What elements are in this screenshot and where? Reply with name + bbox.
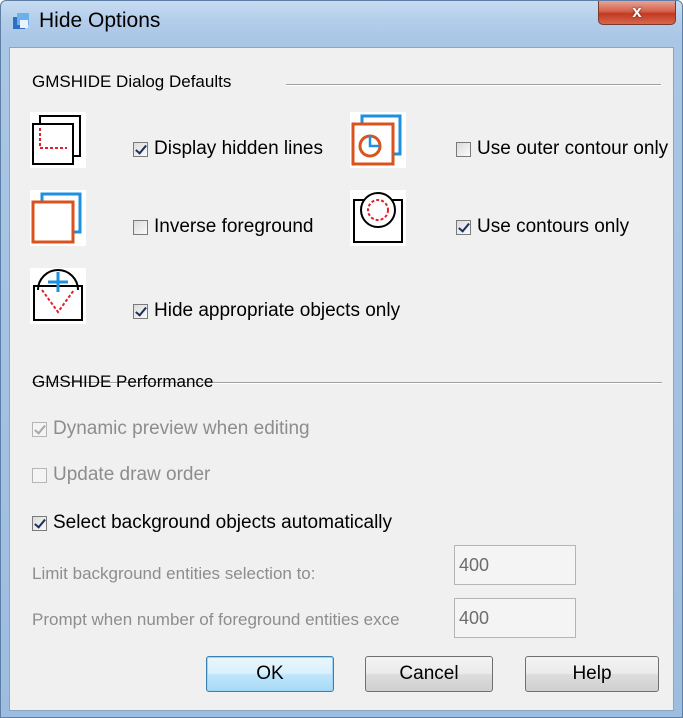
ok-button[interactable]: OK <box>206 656 334 692</box>
option-label: Inverse foreground <box>154 216 314 237</box>
option-update-draw-order[interactable]: Update draw order <box>32 464 210 486</box>
option-inverse-foreground[interactable]: Inverse foreground <box>133 216 314 238</box>
window-title: Hide Options <box>39 9 161 32</box>
contours-only-icon <box>350 190 406 246</box>
app-icon <box>13 13 29 29</box>
limit-background-input[interactable] <box>454 545 576 585</box>
prompt-foreground-label: Prompt when number of foreground entitie… <box>32 610 400 629</box>
prompt-foreground-input[interactable] <box>454 598 576 638</box>
option-label: Hide appropriate objects only <box>154 300 401 321</box>
dialog-client-area: GMSHIDE Dialog Defaults Display hidden l… <box>9 47 674 711</box>
option-label: Use contours only <box>477 216 630 237</box>
defaults-group-label: GMSHIDE Dialog Defaults <box>32 72 238 92</box>
option-label: Select background objects automatically <box>53 512 393 533</box>
outer-contour-icon <box>350 112 406 168</box>
performance-group-label: GMSHIDE Performance <box>32 372 214 391</box>
option-use-contours-only[interactable]: Use contours only <box>456 216 629 238</box>
option-label: Use outer contour only <box>477 138 669 159</box>
checkbox[interactable] <box>32 421 47 437</box>
option-dynamic-preview[interactable]: Dynamic preview when editing <box>32 418 310 440</box>
option-label: Update draw order <box>53 464 211 485</box>
option-hide-appropriate-objects-only[interactable]: Hide appropriate objects only <box>133 300 400 322</box>
close-button[interactable]: x <box>598 1 676 25</box>
limit-background-label: Limit background entities selection to: <box>32 564 316 583</box>
dialog-window: Hide Options x GMSHIDE Dialog Defaults D… <box>0 0 683 718</box>
option-use-outer-contour-only[interactable]: Use outer contour only <box>456 138 668 160</box>
option-label: Display hidden lines <box>154 138 323 159</box>
option-label: Dynamic preview when editing <box>53 418 310 439</box>
option-display-hidden-lines[interactable]: Display hidden lines <box>133 138 323 160</box>
checkbox[interactable] <box>32 515 47 531</box>
help-button[interactable]: Help <box>525 656 659 692</box>
checkbox[interactable] <box>456 219 471 235</box>
cancel-button[interactable]: Cancel <box>365 656 493 692</box>
close-icon: x <box>632 2 642 21</box>
title-bar[interactable]: Hide Options x <box>1 1 682 41</box>
checkbox[interactable] <box>133 219 148 235</box>
checkbox[interactable] <box>456 141 471 157</box>
checkbox[interactable] <box>133 141 148 157</box>
appropriate-objects-icon <box>30 268 86 324</box>
hidden-lines-icon <box>30 112 86 168</box>
checkbox[interactable] <box>32 467 47 483</box>
group-divider <box>286 84 661 86</box>
checkbox[interactable] <box>133 303 148 319</box>
inverse-foreground-icon <box>30 190 86 246</box>
option-select-background-automatically[interactable]: Select background objects automatically <box>32 512 392 534</box>
